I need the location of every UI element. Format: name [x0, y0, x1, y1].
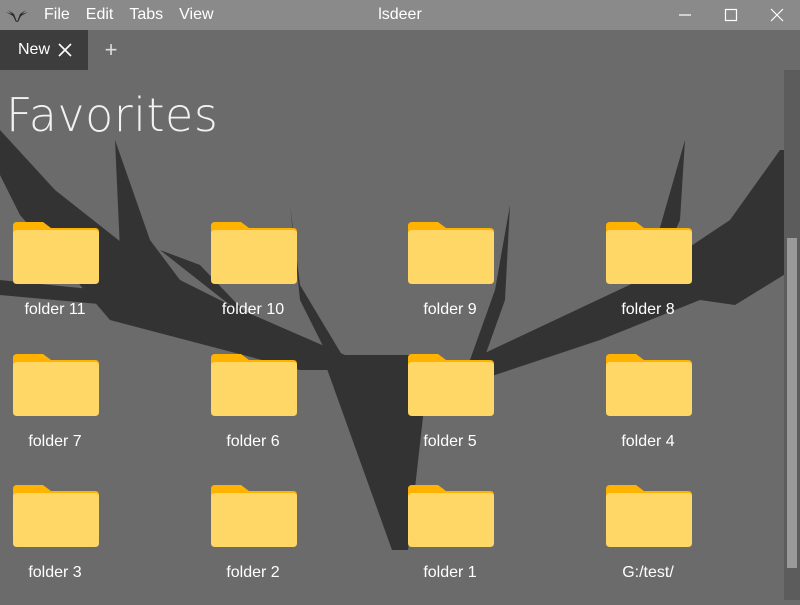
- close-icon: [770, 8, 784, 22]
- folder-icon: [211, 485, 297, 547]
- folder-icon: [13, 485, 99, 547]
- folder-label: folder 7: [28, 433, 82, 450]
- folder-grid: folder 11 folder 10 folder 9 folder 8 fo…: [0, 70, 784, 600]
- folder-icon: [606, 485, 692, 547]
- vertical-scrollbar[interactable]: [784, 70, 800, 600]
- folder-label: folder 9: [423, 301, 477, 318]
- scrollbar-thumb[interactable]: [787, 238, 797, 568]
- title-bar: File Edit Tabs View lsdeer: [0, 0, 800, 30]
- folder-label: folder 6: [226, 433, 280, 450]
- folder-tile[interactable]: folder 5: [395, 354, 535, 474]
- add-tab-button[interactable]: +: [100, 37, 122, 62]
- tab-close-icon[interactable]: [58, 43, 72, 57]
- menu-view[interactable]: View: [171, 6, 221, 24]
- folder-label: G:/test/: [622, 564, 674, 581]
- folder-icon: [211, 354, 297, 416]
- folder-icon: [606, 222, 692, 284]
- tab-label: New: [18, 41, 51, 58]
- tab-bar: New +: [0, 30, 800, 70]
- menu-edit[interactable]: Edit: [78, 6, 122, 24]
- folder-label: folder 8: [621, 301, 675, 318]
- folder-label: folder 1: [423, 564, 477, 581]
- folder-tile[interactable]: folder 10: [198, 222, 338, 342]
- folder-icon: [408, 485, 494, 547]
- folder-icon: [211, 222, 297, 284]
- folder-tile[interactable]: folder 4: [593, 354, 733, 474]
- folder-icon: [606, 354, 692, 416]
- folder-tile[interactable]: folder 7: [0, 354, 140, 474]
- folder-tile[interactable]: folder 6: [198, 354, 338, 474]
- folder-icon: [408, 354, 494, 416]
- tab-new[interactable]: New: [0, 30, 88, 70]
- folder-tile[interactable]: folder 3: [0, 485, 140, 605]
- folder-tile[interactable]: folder 2: [198, 485, 338, 605]
- app-logo-icon: [6, 10, 28, 22]
- minimize-button[interactable]: [662, 0, 708, 30]
- folder-tile[interactable]: folder 8: [593, 222, 733, 342]
- minimize-icon: [679, 14, 691, 16]
- menu-tabs[interactable]: Tabs: [121, 6, 171, 24]
- folder-tile[interactable]: G:/test/: [593, 485, 733, 605]
- folder-label: folder 3: [28, 564, 82, 581]
- folder-tile[interactable]: folder 11: [0, 222, 140, 342]
- maximize-button[interactable]: [708, 0, 754, 30]
- folder-icon: [408, 222, 494, 284]
- folder-label: folder 10: [221, 301, 285, 318]
- folder-label: folder 11: [24, 301, 86, 318]
- menu-file[interactable]: File: [36, 6, 78, 24]
- folder-label: folder 4: [621, 433, 675, 450]
- folder-tile[interactable]: folder 1: [395, 485, 535, 605]
- folder-icon: [13, 354, 99, 416]
- folder-label: folder 2: [226, 564, 280, 581]
- folder-tile[interactable]: folder 9: [395, 222, 535, 342]
- close-window-button[interactable]: [754, 0, 800, 30]
- maximize-icon: [724, 8, 738, 22]
- menu-bar: File Edit Tabs View: [36, 0, 222, 30]
- folder-icon: [13, 222, 99, 284]
- folder-label: folder 5: [423, 433, 477, 450]
